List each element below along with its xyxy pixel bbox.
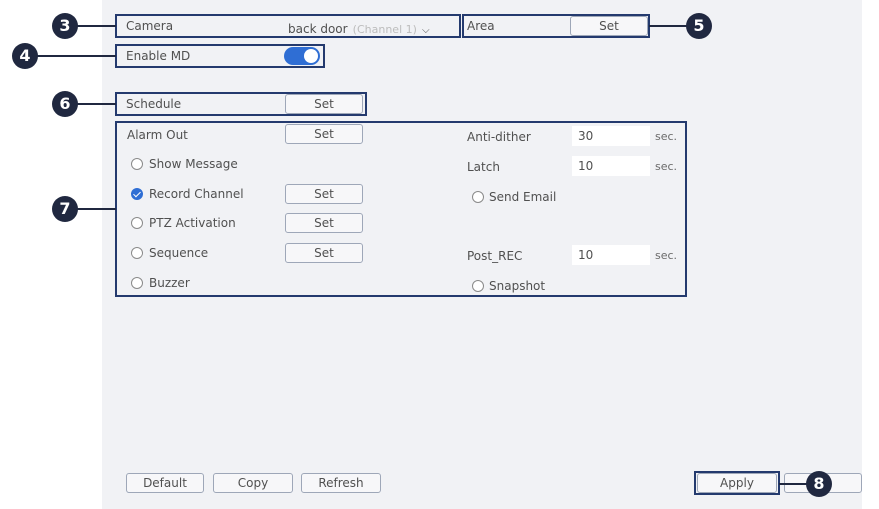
snapshot-radio[interactable] (472, 280, 484, 292)
callout-3-leader (76, 25, 116, 27)
enable-md-label: Enable MD (126, 49, 191, 63)
latch-input[interactable]: 10 (572, 156, 650, 176)
apply-button[interactable]: Apply (697, 473, 777, 493)
camera-label: Camera (126, 19, 174, 33)
schedule-label: Schedule (126, 97, 182, 111)
sequence-set-button[interactable]: Set (285, 243, 363, 263)
snapshot-label: Snapshot (489, 279, 546, 293)
callout-5-leader (649, 25, 689, 27)
post-rec-unit: sec. (655, 249, 678, 262)
ptz-activation-label: PTZ Activation (149, 216, 236, 230)
latch-unit: sec. (655, 160, 678, 173)
camera-select[interactable]: back door (Channel 1) ⌵ (288, 18, 458, 36)
area-label: Area (467, 19, 495, 33)
camera-value: back door (288, 22, 348, 36)
callout-7: 7 (52, 196, 78, 222)
show-message-label: Show Message (149, 157, 238, 171)
refresh-button[interactable]: Refresh (301, 473, 381, 493)
record-channel-set-button[interactable]: Set (285, 184, 363, 204)
send-email-radio[interactable] (472, 191, 484, 203)
anti-dither-label: Anti-dither (467, 130, 531, 144)
buzzer-radio[interactable] (131, 277, 143, 289)
alarm-out-label: Alarm Out (127, 128, 188, 142)
record-channel-label: Record Channel (149, 187, 244, 201)
ptz-activation-set-button[interactable]: Set (285, 213, 363, 233)
sequence-label: Sequence (149, 246, 209, 260)
sequence-radio[interactable] (131, 247, 143, 259)
callout-6-leader (76, 103, 116, 105)
copy-button[interactable]: Copy (213, 473, 293, 493)
callout-7-leader (76, 208, 116, 210)
camera-channel: (Channel 1) (352, 23, 417, 36)
callout-4-leader (36, 55, 116, 57)
callout-6: 6 (52, 91, 78, 117)
callout-3: 3 (52, 13, 78, 39)
callout-8-leader (779, 483, 809, 485)
schedule-set-button[interactable]: Set (285, 94, 363, 114)
anti-dither-input[interactable]: 30 (572, 126, 650, 146)
record-channel-checkbox[interactable] (131, 188, 143, 200)
post-rec-input[interactable]: 10 (572, 245, 650, 265)
actions-highlight (115, 121, 687, 297)
area-set-button[interactable]: Set (570, 16, 648, 36)
ptz-activation-radio[interactable] (131, 217, 143, 229)
show-message-radio[interactable] (131, 158, 143, 170)
post-rec-label: Post_REC (467, 249, 523, 263)
chevron-down-icon: ⌵ (422, 25, 430, 36)
enable-md-toggle[interactable] (284, 47, 320, 65)
default-button[interactable]: Default (126, 473, 204, 493)
send-email-label: Send Email (489, 190, 557, 204)
alarm-out-set-button[interactable]: Set (285, 124, 363, 144)
callout-8: 8 (806, 471, 832, 497)
callout-5: 5 (686, 13, 712, 39)
buzzer-label: Buzzer (149, 276, 190, 290)
callout-4: 4 (12, 43, 38, 69)
latch-label: Latch (467, 160, 500, 174)
anti-dither-unit: sec. (655, 130, 678, 143)
